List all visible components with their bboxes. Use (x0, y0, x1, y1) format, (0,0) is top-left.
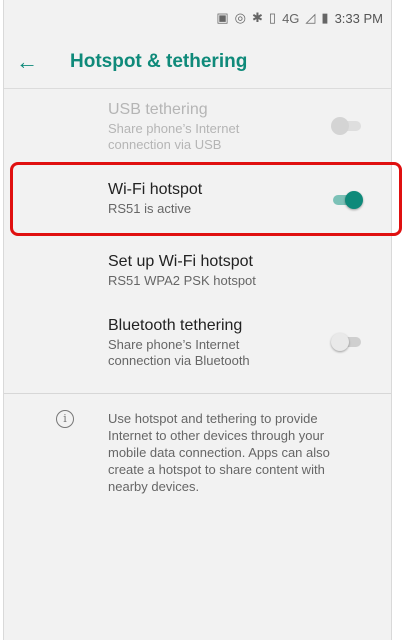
wifi-hotspot-toggle[interactable] (331, 191, 363, 209)
status-bar: ▣ ◎ ✱ ▯ 4G ◿ ▮ 3:33 PM (4, 0, 391, 36)
page-title: Hotspot & tethering (70, 51, 248, 72)
setting-summary: RS51 WPA2 PSK hotspot (108, 273, 256, 288)
usb-tethering-toggle (331, 117, 363, 135)
info-text: Use hotspot and tethering to provide Int… (108, 411, 330, 494)
bluetooth-icon: ✱ (252, 10, 263, 25)
battery-icon: ▮ (321, 10, 329, 25)
app-bar: ← Hotspot & tethering (4, 36, 391, 89)
screenshot-icon: ▣ (216, 10, 229, 25)
setting-bluetooth-tethering[interactable]: Bluetooth tethering Share phone’s Intern… (4, 303, 391, 385)
setting-setup-wifi-hotspot[interactable]: Set up Wi-Fi hotspot RS51 WPA2 PSK hotsp… (4, 233, 391, 303)
back-arrow-icon[interactable]: ← (4, 49, 64, 75)
setting-wifi-hotspot[interactable]: Wi-Fi hotspot RS51 is active (4, 161, 391, 233)
clock: 3:33 PM (334, 10, 383, 26)
wifi-signal-icon: ◿ (305, 10, 316, 25)
setting-title: Set up Wi-Fi hotspot (108, 253, 253, 270)
data-saver-icon: ◎ (234, 10, 247, 25)
signal-icon: 4G (282, 10, 300, 26)
info-icon: i (56, 410, 74, 428)
vibrate-icon: ▯ (268, 10, 277, 25)
info-section: i Use hotspot and tethering to provide I… (4, 394, 391, 495)
setting-usb-tethering: USB tethering Share phone’s Internet con… (4, 89, 391, 161)
phone-screen: ▣ ◎ ✱ ▯ 4G ◿ ▮ 3:33 PM ← Hotspot & tethe… (3, 0, 392, 640)
bluetooth-tethering-toggle[interactable] (331, 333, 363, 351)
